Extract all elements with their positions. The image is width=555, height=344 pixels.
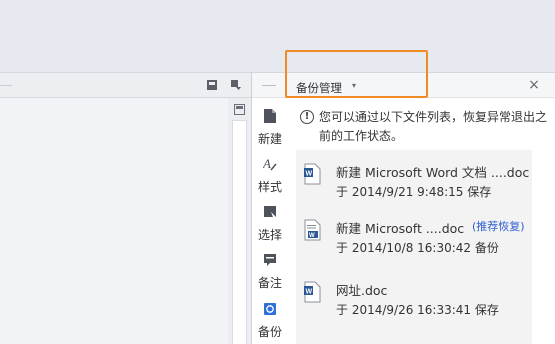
file-name: 新建 Microsoft ....doc [336, 221, 465, 236]
side-tab-backup[interactable]: 备份 [252, 295, 288, 343]
pane-toggle-icon[interactable] [234, 104, 245, 115]
side-tab-label: 样式 [257, 180, 282, 194]
side-tab-label: 备份 [257, 325, 282, 339]
close-icon[interactable]: × [526, 77, 542, 93]
side-tab-note[interactable]: 备注 [252, 246, 288, 294]
style-icon: A [263, 156, 277, 171]
svg-text:W: W [309, 233, 315, 239]
svg-text:W: W [306, 171, 313, 178]
side-tab-label: 新建 [257, 132, 282, 146]
info-icon: ! [300, 110, 314, 124]
scrollbar-track[interactable] [232, 120, 247, 344]
info-message: 您可以通过以下文件列表，恢复异常退出之前的工作状态。 [319, 110, 548, 143]
backup-file-list: W 新建 Microsoft Word 文档 ....doc 于 2014/9/… [296, 150, 532, 344]
pane-icon[interactable] [206, 79, 218, 91]
word-doc-icon: W [304, 281, 321, 303]
dropdown-pane-icon[interactable] [230, 79, 242, 91]
file-name: 新建 Microsoft Word 文档 ....doc [336, 165, 530, 180]
recommended-badge[interactable]: (推荐恢复) [472, 218, 525, 234]
side-tab-style[interactable]: A 样式 [252, 150, 288, 198]
comment-icon [264, 254, 276, 266]
side-tab-bar: 新建 A 样式 选择 备注 备份 [252, 98, 288, 344]
document-canvas[interactable] [0, 98, 228, 344]
word-doc-icon: W [304, 163, 321, 185]
highlight-box [285, 50, 428, 98]
backup-panel: ! 您可以通过以下文件列表，恢复异常退出之前的工作状态。 W 新建 Micros… [288, 98, 555, 344]
side-tab-label: 备注 [257, 276, 282, 290]
new-file-icon [264, 109, 276, 123]
file-timestamp: 于 2014/9/26 16:33:41 保存 [336, 303, 499, 317]
svg-text:A: A [263, 156, 271, 171]
list-item[interactable]: W 新建 Microsoft Word 文档 ....doc 于 2014/9/… [296, 158, 532, 216]
backup-icon [264, 303, 276, 315]
side-tab-label: 选择 [257, 228, 282, 242]
side-tab-select[interactable]: 选择 [252, 198, 288, 246]
list-item[interactable]: W 网址.doc 于 2014/9/26 16:33:41 保存 [296, 276, 532, 334]
ribbon-area [0, 0, 555, 72]
word-doc-icon: W [304, 219, 321, 241]
file-name: 网址.doc [336, 283, 388, 298]
file-timestamp: 于 2014/10/8 16:30:42 备份 [336, 241, 499, 255]
document-toolbar [0, 72, 251, 98]
file-timestamp: 于 2014/9/21 9:48:15 保存 [336, 185, 492, 199]
list-item[interactable]: W 新建 Microsoft ....doc (推荐恢复) 于 2014/10/… [296, 214, 532, 272]
svg-text:W: W [306, 289, 313, 296]
side-tab-new[interactable]: 新建 [252, 102, 288, 150]
header-grip [262, 85, 276, 86]
toolbar-line [0, 85, 12, 86]
select-icon [264, 206, 276, 217]
document-scrollbar[interactable] [228, 98, 251, 344]
